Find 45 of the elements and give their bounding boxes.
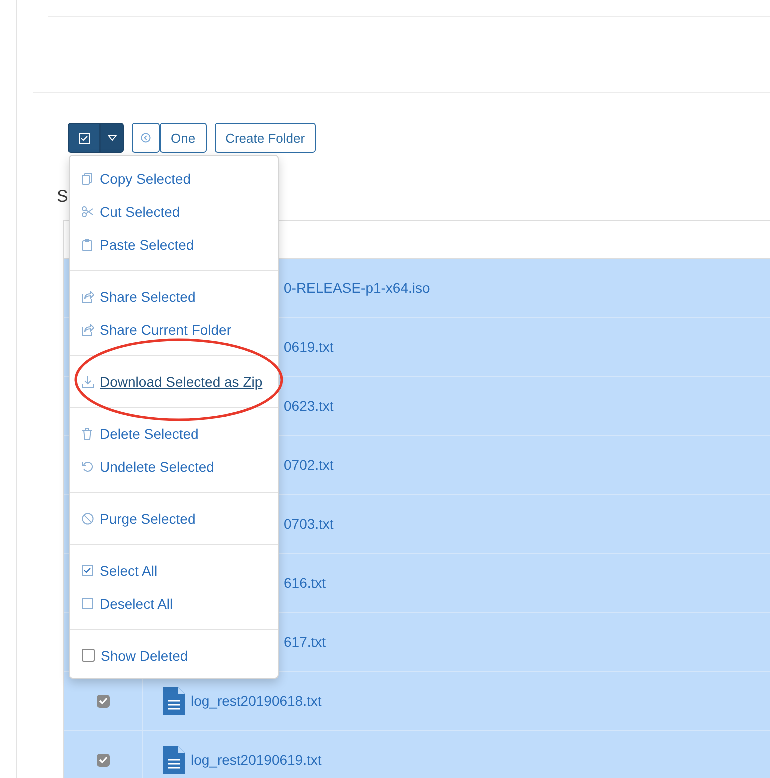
- menu-item[interactable]: Share Selected: [100, 288, 196, 304]
- checkbox-icon: [82, 598, 94, 610]
- copy-icon: [82, 172, 94, 184]
- scissors-icon: [82, 206, 94, 218]
- file-name[interactable]: 0619.txt: [284, 339, 334, 355]
- document-icon: [163, 746, 185, 774]
- document-icon: [163, 687, 185, 715]
- undo-icon: [82, 460, 94, 472]
- file-name[interactable]: 0-RELEASE-p1-x64.iso: [284, 280, 430, 296]
- file-name[interactable]: 0623.txt: [284, 398, 334, 414]
- checkbox-icon: [78, 132, 90, 144]
- file-name[interactable]: 616.txt: [284, 575, 326, 591]
- share-icon: [82, 290, 94, 302]
- file-row[interactable]: log_rest20190619.txt: [64, 731, 770, 778]
- back-button[interactable]: [132, 123, 160, 153]
- share-icon: [82, 324, 94, 336]
- file-name[interactable]: 0702.txt: [284, 457, 334, 473]
- menu-item[interactable]: Copy Selected: [100, 170, 192, 186]
- caret-icon: [108, 135, 116, 141]
- section-heading: S: [57, 187, 68, 208]
- row-checkbox[interactable]: [96, 754, 110, 766]
- menu-item[interactable]: Select All: [100, 562, 158, 578]
- menu-item[interactable]: Purge Selected: [100, 510, 196, 526]
- file-name[interactable]: 0703.txt: [284, 516, 334, 532]
- menu-item[interactable]: Show Deleted: [101, 648, 188, 664]
- ban-icon: [82, 512, 94, 524]
- trash-icon: [82, 428, 94, 440]
- checkbox-icon: [82, 564, 94, 576]
- file-name[interactable]: log_rest20190619.txt: [191, 752, 322, 768]
- select-button[interactable]: [68, 123, 100, 153]
- toolbar-button[interactable]: One: [160, 123, 207, 153]
- download-icon: [82, 376, 94, 388]
- file-name[interactable]: log_rest20190618.txt: [191, 693, 322, 709]
- checkbox[interactable]: [82, 649, 95, 662]
- dropdown-button[interactable]: [100, 123, 124, 153]
- menu-item[interactable]: Cut Selected: [100, 204, 180, 220]
- file-name[interactable]: 617.txt: [284, 634, 326, 650]
- file-row[interactable]: log_rest20190618.txt: [64, 672, 770, 731]
- row-checkbox[interactable]: [96, 694, 110, 708]
- menu-item[interactable]: Deselect All: [100, 596, 174, 612]
- menu-item[interactable]: Undelete Selected: [100, 458, 214, 474]
- toolbar-button[interactable]: Create Folder: [214, 123, 316, 153]
- menu-item[interactable]: Share Current Folder: [100, 322, 232, 338]
- clipboard-icon: [82, 238, 94, 250]
- menu-item[interactable]: Paste Selected: [100, 236, 194, 252]
